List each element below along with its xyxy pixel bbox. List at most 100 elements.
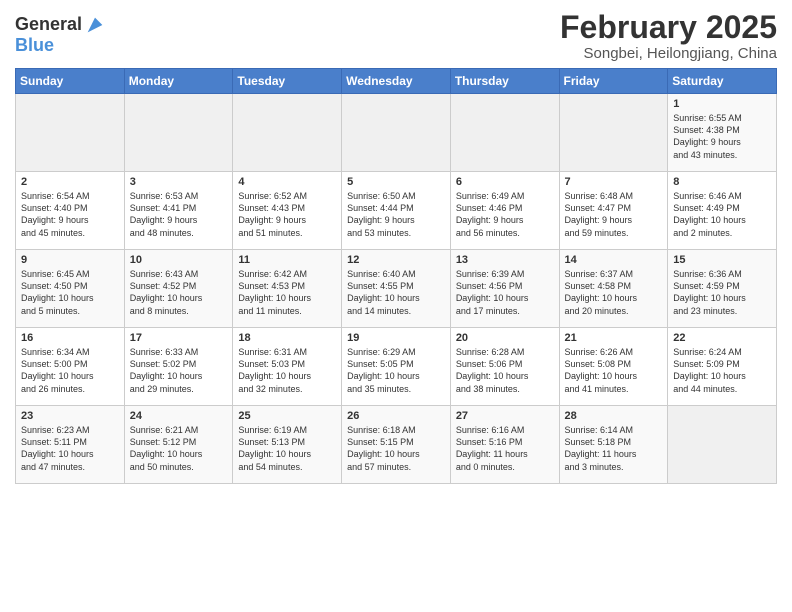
cell-week1-day6 [559,94,668,172]
day-info: Sunrise: 6:19 AM Sunset: 5:13 PM Dayligh… [238,424,336,473]
calendar-table: Sunday Monday Tuesday Wednesday Thursday… [15,68,777,484]
logo-icon [84,14,106,36]
day-info: Sunrise: 6:48 AM Sunset: 4:47 PM Dayligh… [565,190,663,239]
day-info: Sunrise: 6:33 AM Sunset: 5:02 PM Dayligh… [130,346,228,395]
day-number: 27 [456,410,554,422]
col-tuesday: Tuesday [233,69,342,94]
cell-week2-day3: 4Sunrise: 6:52 AM Sunset: 4:43 PM Daylig… [233,172,342,250]
week-row-1: 1 Sunrise: 6:55 AM Sunset: 4:38 PM Daylig… [16,94,777,172]
day-number: 18 [238,332,336,344]
day-info: Sunrise: 6:49 AM Sunset: 4:46 PM Dayligh… [456,190,554,239]
cell-week4-day3: 18Sunrise: 6:31 AM Sunset: 5:03 PM Dayli… [233,328,342,406]
cell-week5-day3: 25Sunrise: 6:19 AM Sunset: 5:13 PM Dayli… [233,406,342,484]
month-title: February 2025 [560,10,777,45]
page-container: General Blue February 2025 Songbei, Heil… [0,0,792,494]
cell-week1-day5 [450,94,559,172]
cell-week5-day7 [668,406,777,484]
day-number: 22 [673,332,771,344]
cell-week5-day1: 23 Sunrise: 6:23 AM Sunset: 5:11 PM Dayli… [16,406,125,484]
cell-week1-day2 [124,94,233,172]
day-number: 12 [347,254,445,266]
day-info: Sunrise: 6:36 AM Sunset: 4:59 PM Dayligh… [673,268,771,317]
day-number: 14 [565,254,663,266]
day-number: 26 [347,410,445,422]
cell-week4-day7: 22 Sunrise: 6:24 AM Sunset: 5:09 PM Dayli… [668,328,777,406]
cell-week4-day5: 20Sunrise: 6:28 AM Sunset: 5:06 PM Dayli… [450,328,559,406]
day-number: 20 [456,332,554,344]
cell-week3-day4: 12 Sunrise: 6:40 AM Sunset: 4:55 PM Dayli… [342,250,451,328]
cell-week4-day2: 17 Sunrise: 6:33 AM Sunset: 5:02 PM Dayli… [124,328,233,406]
day-info: Sunrise: 6:24 AM Sunset: 5:09 PM Dayligh… [673,346,771,395]
day-info: Sunrise: 6:37 AM Sunset: 4:58 PM Dayligh… [565,268,663,317]
day-info: Sunrise: 6:42 AM Sunset: 4:53 PM Dayligh… [238,268,336,317]
cell-week2-day1: 2Sunrise: 6:54 AM Sunset: 4:40 PM Daylig… [16,172,125,250]
day-info: Sunrise: 6:53 AM Sunset: 4:41 PM Dayligh… [130,190,228,239]
day-number: 7 [565,176,663,188]
cell-week5-day2: 24Sunrise: 6:21 AM Sunset: 5:12 PM Dayli… [124,406,233,484]
day-number: 16 [21,332,119,344]
header: General Blue February 2025 Songbei, Heil… [15,10,777,62]
title-block: February 2025 Songbei, Heilongjiang, Chi… [560,10,777,62]
week-row-4: 16 Sunrise: 6:34 AM Sunset: 5:00 PM Dayli… [16,328,777,406]
col-friday: Friday [559,69,668,94]
day-info: Sunrise: 6:14 AM Sunset: 5:18 PM Dayligh… [565,424,663,473]
day-number: 6 [456,176,554,188]
day-info: Sunrise: 6:50 AM Sunset: 4:44 PM Dayligh… [347,190,445,239]
cell-week4-day1: 16 Sunrise: 6:34 AM Sunset: 5:00 PM Dayli… [16,328,125,406]
day-info: Sunrise: 6:45 AM Sunset: 4:50 PM Dayligh… [21,268,119,317]
day-number: 8 [673,176,771,188]
cell-week4-day6: 21 Sunrise: 6:26 AM Sunset: 5:08 PM Dayli… [559,328,668,406]
col-sunday: Sunday [16,69,125,94]
col-wednesday: Wednesday [342,69,451,94]
day-number: 28 [565,410,663,422]
logo: General Blue [15,14,106,56]
day-info: Sunrise: 6:29 AM Sunset: 5:05 PM Dayligh… [347,346,445,395]
cell-week1-day3 [233,94,342,172]
cell-week5-day5: 27 Sunrise: 6:16 AM Sunset: 5:16 PM Dayli… [450,406,559,484]
cell-week2-day7: 8 Sunrise: 6:46 AM Sunset: 4:49 PM Daylig… [668,172,777,250]
day-info: Sunrise: 6:55 AM Sunset: 4:38 PM Dayligh… [673,112,771,161]
cell-week2-day6: 7 Sunrise: 6:48 AM Sunset: 4:47 PM Daylig… [559,172,668,250]
day-number: 17 [130,332,228,344]
col-saturday: Saturday [668,69,777,94]
cell-week3-day2: 10Sunrise: 6:43 AM Sunset: 4:52 PM Dayli… [124,250,233,328]
cell-week2-day2: 3 Sunrise: 6:53 AM Sunset: 4:41 PM Daylig… [124,172,233,250]
cell-week3-day3: 11Sunrise: 6:42 AM Sunset: 4:53 PM Dayli… [233,250,342,328]
day-number: 10 [130,254,228,266]
day-number: 13 [456,254,554,266]
day-info: Sunrise: 6:46 AM Sunset: 4:49 PM Dayligh… [673,190,771,239]
day-info: Sunrise: 6:52 AM Sunset: 4:43 PM Dayligh… [238,190,336,239]
calendar-header-row: Sunday Monday Tuesday Wednesday Thursday… [16,69,777,94]
day-number: 24 [130,410,228,422]
col-monday: Monday [124,69,233,94]
day-number: 1 [673,98,771,110]
day-number: 2 [21,176,119,188]
col-thursday: Thursday [450,69,559,94]
cell-week3-day7: 15 Sunrise: 6:36 AM Sunset: 4:59 PM Dayli… [668,250,777,328]
day-number: 9 [21,254,119,266]
day-info: Sunrise: 6:23 AM Sunset: 5:11 PM Dayligh… [21,424,119,473]
week-row-2: 2Sunrise: 6:54 AM Sunset: 4:40 PM Daylig… [16,172,777,250]
logo-text-line2: Blue [15,36,106,56]
day-info: Sunrise: 6:34 AM Sunset: 5:00 PM Dayligh… [21,346,119,395]
cell-week3-day1: 9 Sunrise: 6:45 AM Sunset: 4:50 PM Daylig… [16,250,125,328]
day-number: 19 [347,332,445,344]
day-number: 21 [565,332,663,344]
day-info: Sunrise: 6:26 AM Sunset: 5:08 PM Dayligh… [565,346,663,395]
cell-week3-day5: 13 Sunrise: 6:39 AM Sunset: 4:56 PM Dayli… [450,250,559,328]
day-number: 3 [130,176,228,188]
day-info: Sunrise: 6:16 AM Sunset: 5:16 PM Dayligh… [456,424,554,473]
day-info: Sunrise: 6:40 AM Sunset: 4:55 PM Dayligh… [347,268,445,317]
cell-week2-day4: 5Sunrise: 6:50 AM Sunset: 4:44 PM Daylig… [342,172,451,250]
day-number: 15 [673,254,771,266]
week-row-5: 23 Sunrise: 6:23 AM Sunset: 5:11 PM Dayli… [16,406,777,484]
week-row-3: 9 Sunrise: 6:45 AM Sunset: 4:50 PM Daylig… [16,250,777,328]
cell-week5-day6: 28 Sunrise: 6:14 AM Sunset: 5:18 PM Dayli… [559,406,668,484]
logo-text-line1: General [15,15,82,35]
day-info: Sunrise: 6:39 AM Sunset: 4:56 PM Dayligh… [456,268,554,317]
cell-week1-day1 [16,94,125,172]
location: Songbei, Heilongjiang, China [560,45,777,62]
cell-week4-day4: 19 Sunrise: 6:29 AM Sunset: 5:05 PM Dayli… [342,328,451,406]
day-number: 23 [21,410,119,422]
cell-week1-day7: 1 Sunrise: 6:55 AM Sunset: 4:38 PM Daylig… [668,94,777,172]
